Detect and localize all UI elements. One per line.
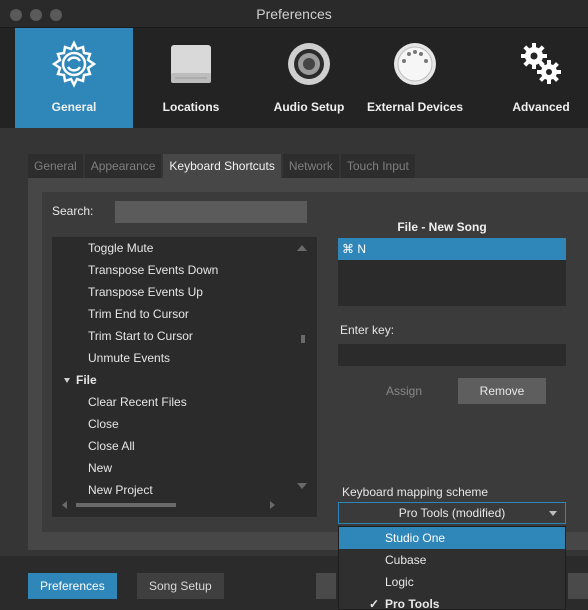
toolbar-locations-label: Locations — [162, 100, 220, 114]
window-title: Preferences — [256, 6, 332, 22]
gears-icon — [482, 36, 588, 92]
title-bar: Preferences — [0, 0, 588, 28]
bottom-button-partial[interactable] — [568, 573, 588, 599]
list-item[interactable]: Clear Recent Files — [88, 391, 187, 413]
menu-item-pro-tools[interactable]: ✓ Pro Tools — [339, 593, 565, 610]
enter-key-label: Enter key: — [340, 323, 395, 337]
assign-button[interactable]: Assign — [362, 378, 446, 404]
menu-item-label: Pro Tools — [385, 597, 440, 610]
chevron-down-icon — [549, 511, 557, 516]
bottom-button-partial[interactable] — [316, 573, 336, 599]
mapping-scheme-menu: Studio One Cubase Logic ✓ Pro Tools — [338, 526, 566, 610]
list-category-file[interactable]: File — [64, 369, 97, 391]
toolbar-audio-setup-label: Audio Setup — [273, 100, 345, 114]
toolbar-advanced-label: Advanced — [512, 100, 570, 114]
menu-item-logic[interactable]: Logic — [339, 571, 565, 593]
disclosure-triangle-icon[interactable] — [64, 378, 70, 384]
toolbar-audio-setup[interactable]: Audio Setup — [250, 28, 368, 128]
horizontal-scrollbar-thumb[interactable] — [76, 503, 176, 507]
midi-plug-icon — [356, 36, 474, 92]
vertical-scrollbar-thumb[interactable] — [301, 335, 305, 343]
scroll-left-arrow-icon[interactable] — [62, 501, 67, 509]
toolbar-advanced[interactable]: Advanced — [482, 28, 588, 128]
menu-item-cubase[interactable]: Cubase — [339, 549, 565, 571]
checkmark-icon: ✓ — [369, 597, 380, 610]
list-item[interactable]: Unmute Events — [88, 347, 170, 369]
mapping-scheme-label: Keyboard mapping scheme — [342, 485, 489, 499]
tab-general[interactable]: General — [28, 154, 83, 178]
assigned-keys-list[interactable]: ⌘ N — [338, 238, 566, 306]
gear-icon — [15, 36, 133, 92]
list-item[interactable]: Trim End to Cursor — [88, 303, 189, 325]
toolbar-external-devices-label: External Devices — [366, 100, 464, 114]
list-item[interactable]: New — [88, 457, 112, 479]
list-item[interactable]: Toggle Mute — [88, 237, 153, 259]
drive-icon — [132, 36, 250, 92]
scroll-down-arrow-icon[interactable] — [297, 483, 307, 489]
toolbar-general[interactable]: General — [15, 28, 133, 128]
shortcut-editor: File - New Song ⌘ N Enter key: Assign Re… — [328, 192, 588, 532]
search-label: Search: — [52, 204, 94, 218]
list-item[interactable]: Trim Start to Cursor — [88, 325, 193, 347]
mapping-scheme-value: Pro Tools (modified) — [398, 506, 506, 520]
list-item[interactable]: Close All — [88, 435, 135, 457]
preferences-toolbar: General Locations Audio Setup External D… — [0, 28, 588, 128]
remove-button[interactable]: Remove — [458, 378, 546, 404]
command-list[interactable]: Toggle Mute Transpose Events Down Transp… — [52, 237, 317, 517]
speaker-icon — [250, 36, 368, 92]
assigned-key-row[interactable]: ⌘ N — [338, 238, 566, 260]
tab-appearance[interactable]: Appearance — [84, 154, 162, 178]
list-item[interactable]: Close — [88, 413, 119, 435]
tab-network[interactable]: Network — [282, 154, 339, 178]
search-input[interactable] — [115, 201, 307, 223]
shortcut-command-title: File - New Song — [397, 220, 487, 234]
toolbar-locations[interactable]: Locations — [132, 28, 250, 128]
list-item[interactable]: Transpose Events Up — [88, 281, 203, 303]
toolbar-external-devices[interactable]: External Devices — [356, 28, 474, 128]
toolbar-general-label: General — [51, 100, 97, 114]
command-browser: Search: Toggle Mute Transpose Events Dow… — [42, 192, 330, 532]
preferences-button[interactable]: Preferences — [28, 573, 117, 599]
tab-keyboard-shortcuts[interactable]: Keyboard Shortcuts — [163, 154, 281, 178]
category-label: File — [76, 373, 97, 387]
mapping-scheme-select[interactable]: Pro Tools (modified) — [338, 502, 566, 524]
song-setup-button[interactable]: Song Setup — [137, 573, 224, 599]
menu-item-studio-one[interactable]: Studio One — [339, 527, 565, 549]
scroll-up-arrow-icon[interactable] — [297, 245, 307, 251]
subtab-bar: General Appearance Keyboard Shortcuts Ne… — [28, 154, 417, 178]
enter-key-field[interactable] — [338, 344, 566, 366]
list-item[interactable]: Transpose Events Down — [88, 259, 218, 281]
tab-touch-input[interactable]: Touch Input — [340, 154, 415, 178]
keyboard-shortcuts-panel: Search: Toggle Mute Transpose Events Dow… — [28, 178, 588, 550]
scroll-right-arrow-icon[interactable] — [270, 501, 275, 509]
list-item[interactable]: New Project — [88, 479, 153, 501]
